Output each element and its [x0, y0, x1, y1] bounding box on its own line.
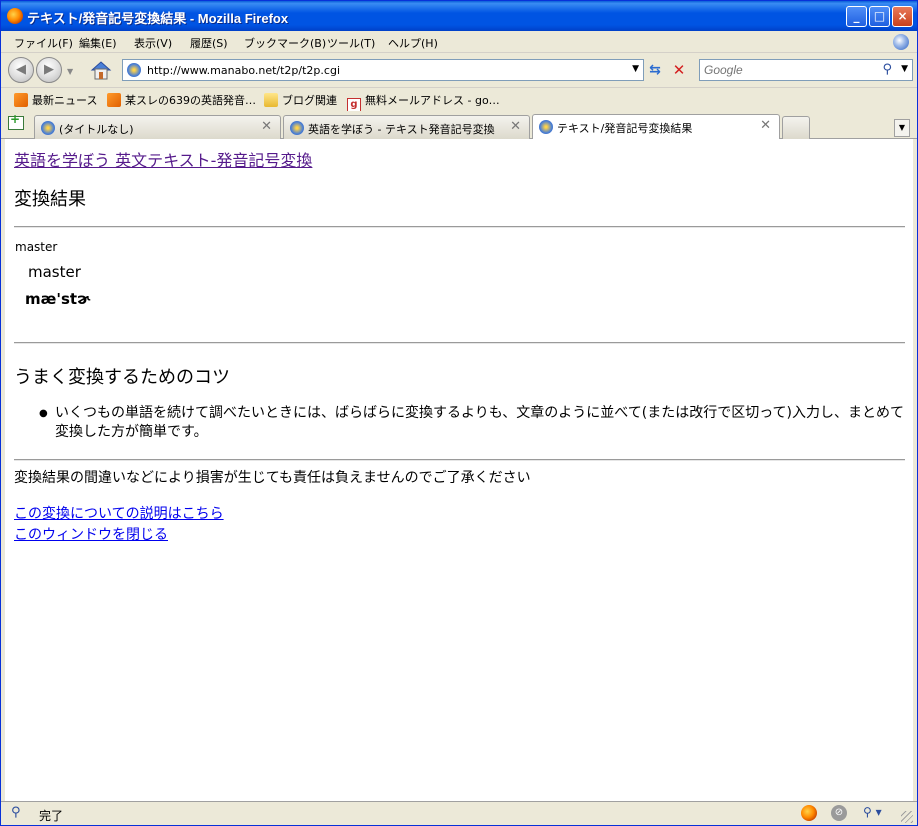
history-dropdown-icon[interactable]: ▼ — [67, 67, 73, 76]
menu-bookmarks[interactable]: ブックマーク(B) — [244, 35, 326, 51]
back-button[interactable]: ◀ — [8, 57, 34, 83]
tab-result[interactable]: テキスト/発音記号変換結果 ✕ — [532, 114, 780, 140]
tab-bar: (タイトルなし) ✕ 英語を学ぼう - テキスト発音記号変換 ✕ テキスト/発音… — [1, 111, 917, 140]
g-icon: g — [347, 98, 361, 112]
throbber-icon — [893, 34, 909, 50]
rss-icon — [107, 93, 121, 107]
source-word: master — [15, 240, 58, 254]
menu-view[interactable]: 表示(V) — [134, 35, 172, 51]
window-title: テキスト/発音記号変換結果 - Mozilla Firefox — [27, 11, 289, 26]
tab-favicon-icon — [290, 121, 304, 135]
bullet-icon: ● — [39, 408, 48, 419]
search-engine-dropdown-icon[interactable]: ▼ — [901, 64, 908, 74]
menu-bar: ファイル(F) 編集(E) 表示(V) 履歴(S) ブックマーク(B) ツール(… — [1, 31, 917, 53]
tab-empty[interactable] — [782, 116, 810, 139]
result-word: master — [28, 263, 81, 281]
divider — [14, 342, 905, 344]
tab-close-icon[interactable]: ✕ — [510, 119, 521, 134]
resize-grip[interactable] — [901, 811, 913, 823]
folder-icon — [264, 93, 278, 107]
firefox-icon — [7, 8, 23, 24]
disclaimer-text: 変換結果の間違いなどにより損害が生じても責任は負えませんのでご了承ください — [14, 470, 531, 486]
list-item: いくつもの単語を続けて調べたいときには、ばらばらに変換するよりも、文章のように並… — [55, 405, 904, 440]
zoom-icon[interactable]: ⚲ ▾ — [863, 805, 882, 819]
stop-icon[interactable]: ✕ — [670, 61, 688, 79]
site-header-link[interactable]: 英語を学ぼう 英文テキスト-発音記号変換 — [14, 147, 312, 171]
home-icon[interactable] — [90, 59, 112, 81]
menu-help[interactable]: ヘルプ(H) — [388, 35, 438, 51]
url-dropdown-icon[interactable]: ▼ — [632, 64, 639, 74]
bookmark-item[interactable]: ブログ関連 — [264, 92, 337, 108]
close-window-link[interactable]: このウィンドウを閉じる — [14, 524, 168, 544]
reload-icon[interactable]: ⇆ — [646, 61, 664, 79]
url-bar[interactable]: http://www.manabo.net/t2p/t2p.cgi ▼ — [122, 59, 644, 81]
tab-t2p-form[interactable]: 英語を学ぼう - テキスト発音記号変換 ✕ — [283, 115, 530, 139]
search-box[interactable]: ⚲ ▼ — [699, 59, 913, 81]
rss-icon — [14, 93, 28, 107]
divider — [14, 226, 905, 228]
new-tab-icon[interactable] — [8, 112, 24, 130]
ipa-transcription: mæ'stɚ — [25, 290, 91, 308]
menu-file[interactable]: ファイル(F) — [14, 35, 73, 51]
tab-close-icon[interactable]: ✕ — [261, 119, 272, 134]
bookmark-item[interactable]: g 無料メールアドレス - go… — [347, 92, 500, 112]
bookmark-item[interactable]: 某スレの639の英語発音… — [107, 92, 256, 108]
close-button[interactable]: × — [892, 6, 913, 27]
menu-tools[interactable]: ツール(T) — [327, 35, 375, 51]
site-favicon-icon — [127, 63, 141, 77]
result-heading: 変換結果 — [14, 189, 86, 210]
maximize-button[interactable]: □ — [869, 6, 890, 27]
tab-favicon-icon — [539, 120, 553, 134]
title-bar: テキスト/発音記号変換結果 - Mozilla Firefox _ □ × — [1, 1, 917, 31]
bookmarks-toolbar: 最新ニュース 某スレの639の英語発音… ブログ関連 g 無料メールアドレス - … — [1, 87, 917, 112]
tips-heading: うまく変換するためのコツ — [14, 367, 230, 388]
minimize-button[interactable]: _ — [846, 6, 867, 27]
url-text[interactable]: http://www.manabo.net/t2p/t2p.cgi — [147, 64, 340, 77]
tips-list: ● いくつもの単語を続けて調べたいときには、ばらばらに変換するよりも、文章のよう… — [39, 404, 905, 442]
tab-close-icon[interactable]: ✕ — [760, 118, 771, 133]
forward-button[interactable]: ▶ — [36, 57, 62, 83]
menu-edit[interactable]: 編集(E) — [79, 35, 117, 51]
bookmark-item[interactable]: 最新ニュース — [14, 92, 97, 108]
explanation-link[interactable]: この変換についての説明はこちら — [14, 503, 224, 523]
block-icon[interactable]: ⊘ — [831, 805, 847, 821]
browser-window: テキスト/発音記号変換結果 - Mozilla Firefox _ □ × ファ… — [0, 0, 918, 826]
tab-list-dropdown-icon[interactable]: ▼ — [894, 119, 910, 137]
status-bar: ⚲ 完了 ⊘ ⚲ ▾ — [1, 801, 917, 825]
tab-untitled[interactable]: (タイトルなし) ✕ — [34, 115, 281, 139]
navigation-toolbar: ◀ ▶ ▼ http://www.manabo.net/t2p/t2p.cgi … — [1, 53, 917, 87]
search-icon[interactable]: ⚲ — [882, 62, 892, 77]
tab-favicon-icon — [41, 121, 55, 135]
divider — [14, 459, 905, 461]
search-input[interactable] — [704, 62, 864, 78]
page-content: 英語を学ぼう 英文テキスト-発音記号変換 変換結果 master master … — [5, 139, 913, 801]
find-icon[interactable]: ⚲ — [11, 805, 21, 820]
firefox-status-icon[interactable] — [801, 805, 817, 821]
menu-history[interactable]: 履歴(S) — [190, 35, 228, 51]
status-text: 完了 — [39, 809, 64, 823]
